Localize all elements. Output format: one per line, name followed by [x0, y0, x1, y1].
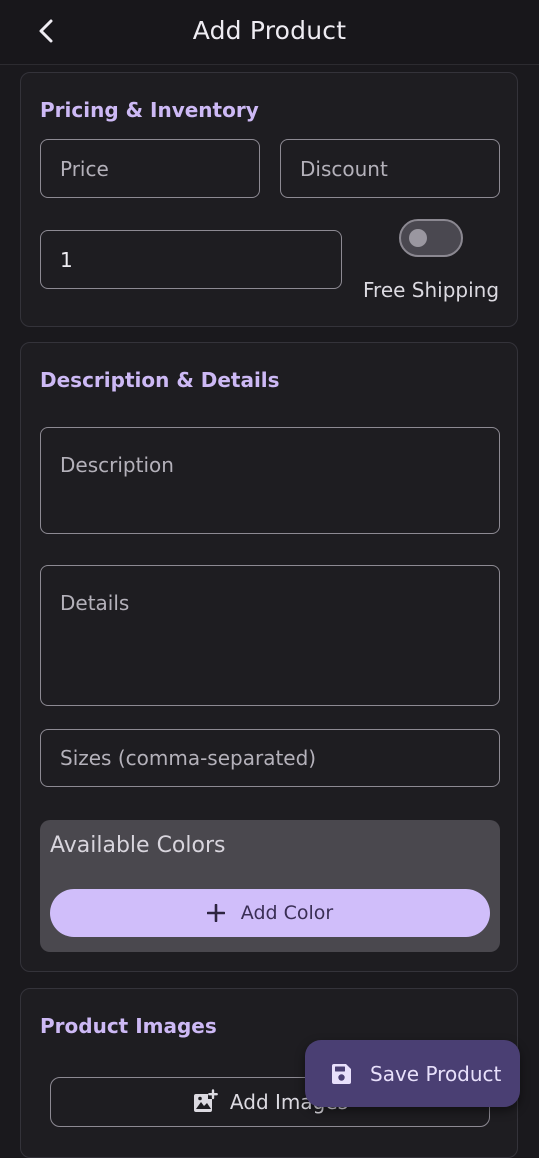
description-details-card: Description & Details Description Detail… — [20, 342, 518, 972]
discount-input[interactable]: Discount — [280, 139, 500, 198]
pricing-section-title: Pricing & Inventory — [40, 98, 259, 122]
sizes-input[interactable]: Sizes (comma-separated) — [40, 729, 500, 787]
discount-placeholder: Discount — [300, 157, 388, 181]
available-colors-panel: Available Colors Add Color — [40, 820, 500, 952]
quantity-value: 1 — [60, 248, 73, 272]
pricing-inventory-card: Pricing & Inventory Price Discount 1 Fre… — [20, 72, 518, 327]
add-color-label: Add Color — [240, 902, 334, 924]
save-product-button[interactable]: Save Product — [305, 1040, 520, 1107]
price-placeholder: Price — [60, 157, 109, 181]
add-color-button[interactable]: Add Color — [50, 889, 490, 937]
add-photo-icon — [193, 1089, 218, 1112]
sizes-placeholder: Sizes (comma-separated) — [60, 746, 317, 770]
description-section-title: Description & Details — [40, 368, 280, 392]
plus-icon — [206, 904, 225, 922]
app-bar: Add Product — [0, 0, 539, 65]
price-input[interactable]: Price — [40, 139, 260, 198]
toggle-knob — [409, 229, 427, 247]
available-colors-label: Available Colors — [50, 833, 226, 858]
quantity-input[interactable]: 1 — [40, 230, 342, 289]
save-product-label: Save Product — [370, 1061, 502, 1086]
images-section-title: Product Images — [40, 1014, 217, 1038]
free-shipping-toggle[interactable] — [399, 219, 463, 257]
details-placeholder: Details — [60, 591, 130, 615]
description-input[interactable]: Description — [40, 427, 500, 534]
save-icon — [332, 1063, 351, 1084]
description-placeholder: Description — [60, 453, 174, 477]
free-shipping-label: Free Shipping — [363, 278, 500, 302]
page-title: Add Product — [192, 16, 347, 45]
details-input[interactable]: Details — [40, 565, 500, 706]
